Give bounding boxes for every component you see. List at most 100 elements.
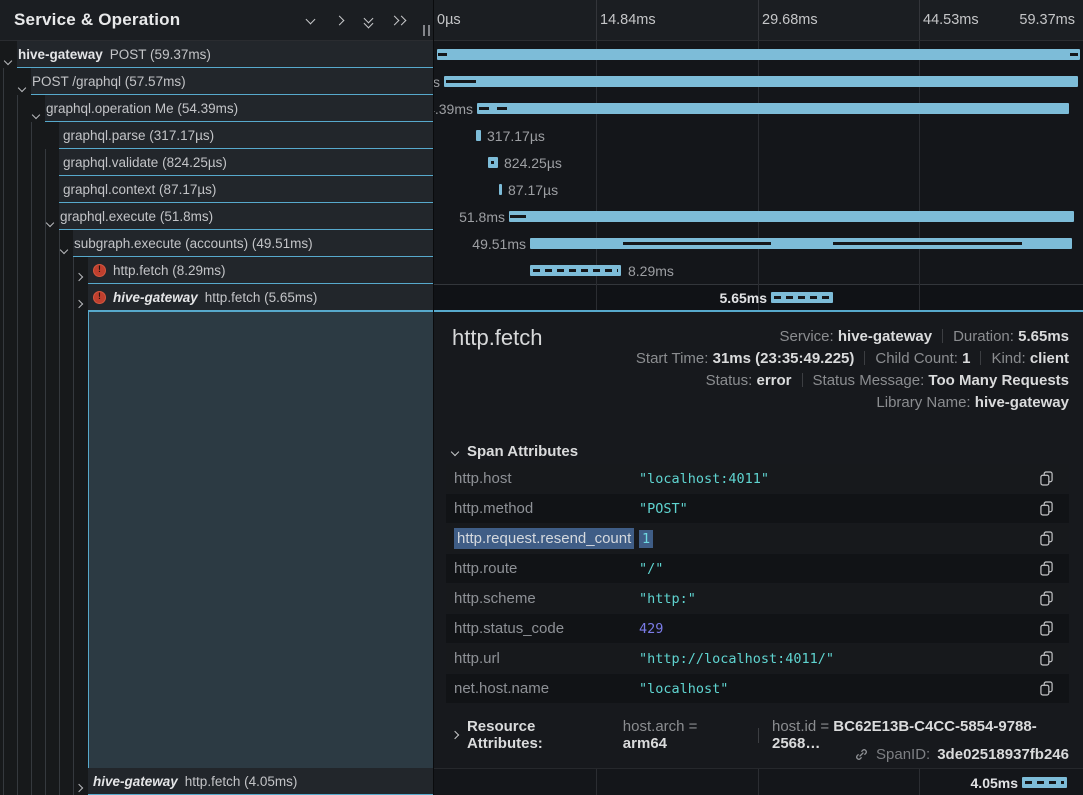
section-title: Span Attributes	[467, 443, 578, 460]
axis-tick: 29.68ms	[762, 12, 818, 28]
chevron-down-icon[interactable]	[19, 78, 25, 96]
copy-icon[interactable]	[1040, 501, 1053, 521]
attribute-key: http.method	[446, 500, 639, 517]
panel-divider[interactable]	[433, 0, 434, 795]
chevron-down-icon[interactable]	[47, 213, 53, 231]
timeline-gridline	[919, 769, 920, 795]
span-label: subgraph.execute (accounts) (49.51ms)	[73, 236, 313, 251]
span-id-row: SpanID: 3de02518937fb246	[854, 746, 1069, 763]
axis-gridline	[758, 0, 759, 41]
span-detail-panel: http.fetch Service: hive-gatewayDuration…	[434, 312, 1083, 768]
meta-service: hive-gateway	[838, 328, 932, 345]
resource-attr-host-arch: host.arch = arm64	[623, 718, 745, 752]
bottom-timeline-row: 4.05ms	[434, 768, 1083, 795]
span-bar-post-graphql[interactable]	[444, 76, 1078, 87]
axis-gridline	[919, 0, 920, 41]
expand-one-icon[interactable]	[332, 14, 348, 28]
tree-row-post-graphql[interactable]: POST /graphql (57.57ms)	[31, 68, 434, 95]
attribute-value: "localhost:4011"	[639, 471, 769, 487]
duration-label: 54.39ms	[434, 101, 473, 117]
timeline-gridline	[596, 769, 597, 795]
attribute-key: http.url	[446, 650, 639, 667]
collapse-one-icon[interactable]	[303, 14, 319, 28]
span-bar-http-fetch-565[interactable]	[771, 292, 833, 303]
section-title: Resource Attributes:	[467, 718, 614, 752]
link-icon[interactable]	[854, 747, 869, 762]
timeline-gridline	[758, 769, 759, 795]
span-label: graphql.context (87.17µs)	[59, 182, 216, 197]
attribute-value: "http://localhost:4011/"	[639, 651, 834, 667]
copy-icon[interactable]	[1040, 471, 1053, 491]
span-bar-graphql-context[interactable]	[499, 184, 502, 195]
timeline-canvas: 57.57ms 54.39ms 317.17µs 824.25µs 87.17µ…	[434, 41, 1083, 311]
left-panel-header: Service & Operation	[0, 0, 434, 41]
span-bar-graphql-execute[interactable]	[509, 211, 1074, 222]
duration-label: 4.05ms	[971, 775, 1018, 791]
meta-duration: 5.65ms	[1018, 328, 1069, 345]
tree-row-http-fetch-565-selected[interactable]: ! hive-gateway http.fetch (5.65ms)	[88, 284, 434, 311]
span-bar-http-fetch-829[interactable]	[530, 265, 621, 276]
span-bar-post[interactable]	[437, 49, 1080, 60]
tree-row-hive-gateway-post[interactable]: hive-gateway POST (59.37ms)	[17, 41, 434, 68]
attribute-row: http.status_code 429	[446, 614, 1069, 643]
error-icon: !	[93, 264, 106, 277]
meta-library-name: hive-gateway	[975, 394, 1069, 411]
tree-row-graphql-execute[interactable]: graphql.execute (51.8ms)	[59, 203, 434, 230]
duration-label: 5.65ms	[720, 290, 767, 306]
attribute-key: http.status_code	[446, 620, 639, 637]
span-meta: Service: hive-gatewayDuration: 5.65ms St…	[636, 326, 1069, 414]
span-bar-subgraph-execute[interactable]	[530, 238, 1072, 249]
tree-row-http-fetch-829[interactable]: ! http.fetch (8.29ms)	[88, 257, 434, 284]
duration-label: 8.29ms	[628, 263, 674, 279]
span-label: POST (59.37ms)	[110, 47, 211, 62]
copy-icon[interactable]	[1040, 681, 1053, 701]
span-label: graphql.execute (51.8ms)	[59, 209, 213, 224]
chevron-down-icon[interactable]	[61, 240, 67, 258]
tree-row-graphql-operation[interactable]: graphql.operation Me (54.39ms)	[45, 95, 434, 122]
tree-row-graphql-validate[interactable]: graphql.validate (824.25µs)	[59, 149, 434, 176]
indent-guide	[3, 68, 4, 795]
copy-icon[interactable]	[1040, 561, 1053, 581]
tree-row-graphql-context[interactable]: graphql.context (87.17µs)	[59, 176, 434, 203]
meta-line-4: Library Name: hive-gateway	[636, 392, 1069, 414]
duration-label: 51.8ms	[459, 209, 505, 225]
copy-icon[interactable]	[1040, 591, 1053, 611]
attribute-row: http.route "/"	[446, 554, 1069, 583]
span-attributes-header[interactable]: Span Attributes	[452, 443, 578, 460]
selected-span-expansion	[88, 311, 434, 768]
copy-icon[interactable]	[1040, 621, 1053, 641]
collapse-all-icon[interactable]	[361, 14, 377, 28]
chevron-down-icon[interactable]	[5, 51, 11, 69]
tree-row-subgraph-execute[interactable]: subgraph.execute (accounts) (49.51ms)	[73, 230, 434, 257]
chevron-right-icon[interactable]	[76, 778, 82, 795]
attribute-key: http.scheme	[446, 590, 639, 607]
tree-row-http-fetch-405[interactable]: hive-gateway http.fetch (4.05ms)	[88, 768, 434, 795]
span-id-label: SpanID:	[876, 746, 930, 763]
attribute-row: http.url "http://localhost:4011/"	[446, 644, 1069, 673]
chevron-right-icon[interactable]	[76, 267, 82, 285]
chevron-right-icon[interactable]	[76, 294, 82, 312]
span-bar-graphql-validate[interactable]	[488, 157, 498, 168]
chevron-down-icon	[451, 447, 459, 455]
error-icon: !	[93, 291, 106, 304]
service-name: hive-gateway	[88, 774, 178, 789]
span-title: http.fetch	[452, 325, 543, 351]
timeline-axis: 0µs 14.84ms 29.68ms 44.53ms 59.37ms	[434, 0, 1083, 41]
meta-child-count: 1	[962, 350, 970, 367]
indent-guide	[31, 122, 32, 795]
span-label: http.fetch (5.65ms)	[205, 290, 318, 305]
service-name: hive-gateway	[17, 47, 103, 62]
copy-icon[interactable]	[1040, 531, 1053, 551]
panel-resize-handle[interactable]	[423, 25, 430, 36]
span-bar-http-fetch-405[interactable]	[1022, 777, 1067, 788]
duration-label: 824.25µs	[504, 155, 562, 171]
expand-all-icon[interactable]	[390, 14, 406, 28]
attribute-key: net.host.name	[446, 680, 639, 697]
copy-icon[interactable]	[1040, 651, 1053, 671]
span-bar-graphql-operation[interactable]	[477, 103, 1069, 114]
meta-kind: client	[1030, 350, 1069, 367]
attribute-key: http.request.resend_count	[446, 530, 639, 547]
tree-row-graphql-parse[interactable]: graphql.parse (317.17µs)	[59, 122, 434, 149]
span-bar-graphql-parse[interactable]	[476, 130, 481, 141]
chevron-down-icon[interactable]	[33, 105, 39, 123]
